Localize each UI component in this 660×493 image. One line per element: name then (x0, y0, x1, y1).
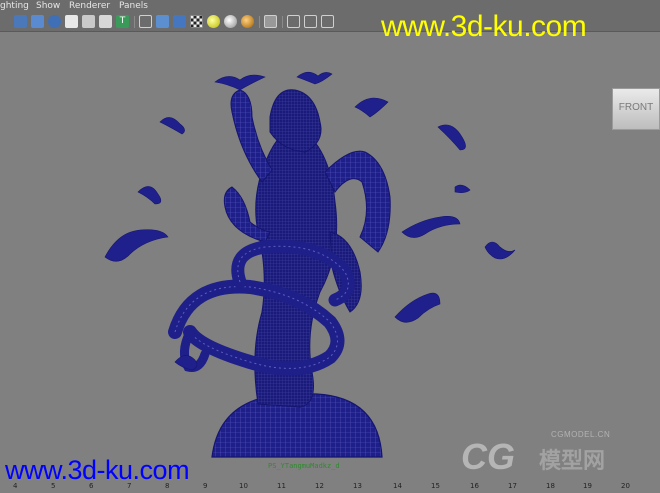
view-cube[interactable]: FRONT (612, 88, 660, 130)
logo-small-text: CGMODEL.CN (551, 430, 611, 439)
cube-shaded-icon[interactable] (156, 15, 169, 28)
lights-icon[interactable] (65, 15, 78, 28)
grid-icon[interactable] (321, 15, 334, 28)
cube-wire-icon[interactable] (139, 15, 152, 28)
ruler-tick: 7 (127, 482, 132, 490)
ruler-tick: 15 (431, 482, 440, 490)
bat (174, 355, 198, 371)
cgmodel-logo: CG CGMODEL.CN 模型网 (455, 427, 655, 482)
ruler-tick: 19 (583, 482, 592, 490)
ruler-tick: 14 (393, 482, 402, 490)
ruler-tick: 11 (277, 482, 286, 490)
ruler-tick: 18 (546, 482, 555, 490)
light-sphere-icon[interactable] (207, 15, 220, 28)
bat (159, 117, 185, 135)
ruler-tick: 20 (621, 482, 630, 490)
ruler-tick: 10 (239, 482, 248, 490)
left-branch (230, 89, 273, 183)
ruler-tick: 16 (470, 482, 479, 490)
3d-viewport[interactable]: PS_YTangmuMadkz_d FRONT (0, 32, 660, 493)
wireframe-icon[interactable] (14, 15, 27, 28)
checker-icon[interactable] (190, 15, 203, 28)
bat (437, 124, 466, 151)
bat (104, 229, 169, 262)
ruler-tick: 8 (165, 482, 170, 490)
bat (401, 216, 461, 238)
cube-textured-icon[interactable] (173, 15, 186, 28)
bat (137, 186, 162, 205)
ruler-tick: 13 (353, 482, 362, 490)
logo-cn-text: 模型网 (539, 448, 606, 473)
menu-renderer[interactable]: Renderer (69, 0, 110, 13)
bat (394, 292, 441, 323)
logo-cg-text: CG (461, 436, 515, 477)
menu-lighting[interactable]: ghting (0, 0, 29, 13)
time-ruler[interactable]: 4 5 6 7 8 9 10 11 12 13 14 15 16 17 18 1… (0, 481, 660, 493)
bat (296, 71, 333, 85)
textured-icon[interactable] (48, 15, 61, 28)
bat (214, 74, 266, 91)
watermark-top: www.3d-ku.com (381, 10, 587, 43)
view-cube-label: FRONT (618, 102, 654, 113)
bat (454, 184, 471, 193)
ruler-tick: 4 (13, 482, 18, 490)
bat (484, 241, 516, 260)
toolbar-divider (259, 16, 260, 28)
ruler-tick: 6 (89, 482, 94, 490)
menu-show[interactable]: Show (36, 0, 60, 13)
ruler-tick: 17 (508, 482, 517, 490)
bat (354, 97, 389, 118)
camera-icon[interactable] (304, 15, 317, 28)
toolbar-divider (282, 16, 283, 28)
smooth-shade-icon[interactable] (31, 15, 44, 28)
xray-icon[interactable] (99, 15, 112, 28)
wireframe-model: PS_YTangmuMadkz_d (104, 71, 516, 470)
grey-sphere-icon[interactable] (224, 15, 237, 28)
orange-sphere-icon[interactable] (241, 15, 254, 28)
isolate-icon[interactable] (287, 15, 300, 28)
text-icon[interactable]: T (116, 15, 129, 28)
menu-panels[interactable]: Panels (119, 0, 148, 13)
ruler-tick: 9 (203, 482, 208, 490)
resolution-gate-icon[interactable] (264, 15, 277, 28)
toolbar-divider (134, 16, 135, 28)
shadows-icon[interactable] (82, 15, 95, 28)
ruler-tick: 5 (51, 482, 56, 490)
ruler-tick: 12 (315, 482, 324, 490)
viewport-status-text: PS_YTangmuMadkz_d (268, 462, 340, 470)
